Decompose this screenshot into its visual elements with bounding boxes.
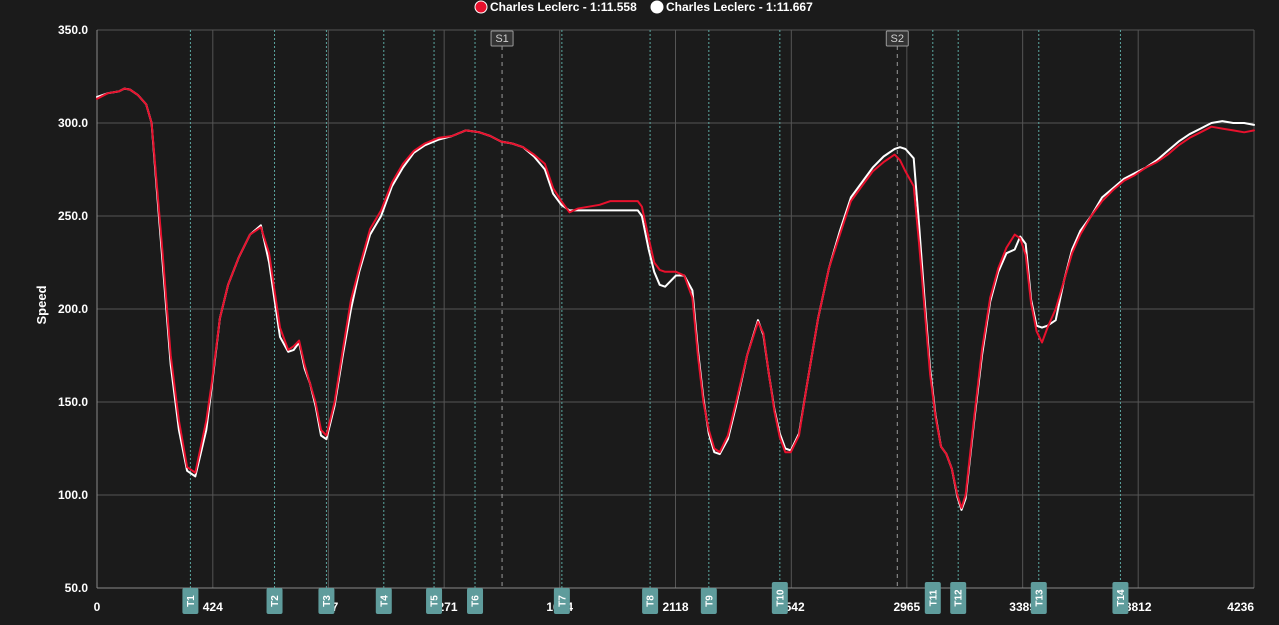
y-tick-label: 150.0 — [58, 395, 88, 409]
y-tick-label: 350.0 — [58, 23, 88, 37]
turn-label: T9 — [704, 595, 715, 607]
x-tick-label: 0 — [94, 600, 101, 614]
turn-label: T7 — [557, 595, 568, 607]
turn-label: T6 — [471, 595, 482, 607]
x-tick-label: 2118 — [662, 600, 688, 614]
turn-label: T14 — [1116, 589, 1127, 607]
speed-trace-chart: S1 S2 Speed 50.0 100.0 150.0 200.0 250.0 300.0… — [0, 0, 1279, 620]
legend-label: Charles Leclerc - 1:11.558 — [490, 0, 637, 14]
grid-layer — [96, 29, 1255, 589]
turn-label: T13 — [1034, 589, 1045, 607]
legend-label: Charles Leclerc - 1:11.667 — [666, 0, 813, 14]
turn-label: T12 — [954, 589, 965, 607]
turn-label: T3 — [322, 595, 333, 607]
speed-trace-svg: S1 S2 Speed 50.0 100.0 150.0 200.0 250.0 300.0… — [34, 0, 1255, 614]
turn-label: T1 — [186, 595, 197, 607]
y-tick-label: 100.0 — [58, 488, 88, 502]
y-tick-label: 50.0 — [65, 581, 89, 595]
y-tick-label: 200.0 — [58, 302, 88, 316]
turn-label: T2 — [270, 595, 281, 607]
turn-label: T10 — [775, 589, 786, 607]
sector-label: S1 — [495, 33, 508, 45]
y-tick-label: 250.0 — [58, 209, 88, 223]
x-tick-label: 4236 — [1227, 600, 1254, 614]
x-tick-label: 3812 — [1125, 600, 1152, 614]
legend-swatch-icon — [650, 0, 664, 14]
legend[interactable]: Charles Leclerc - 1:11.558 Charles Lecler… — [474, 0, 813, 14]
x-tick-label: 2965 — [893, 600, 920, 614]
turn-label: T11 — [928, 589, 939, 606]
turn-label: T8 — [646, 595, 657, 607]
legend-swatch-icon — [474, 0, 488, 14]
turn-label: T4 — [379, 595, 390, 607]
axis-layer: Speed 50.0 100.0 150.0 200.0 250.0 300.0 350.0… — [34, 23, 1254, 614]
y-axis-title: Speed — [34, 285, 49, 324]
turn-label: T5 — [430, 595, 441, 607]
turn-labels: T1 T2 T3 T4 T5 T6 T7 T8 T9 T10 T11 T12 T13 T14 — [182, 582, 1129, 614]
x-tick-label: 424 — [203, 600, 223, 614]
sector-label: S2 — [891, 33, 904, 45]
y-tick-label: 300.0 — [58, 116, 88, 130]
